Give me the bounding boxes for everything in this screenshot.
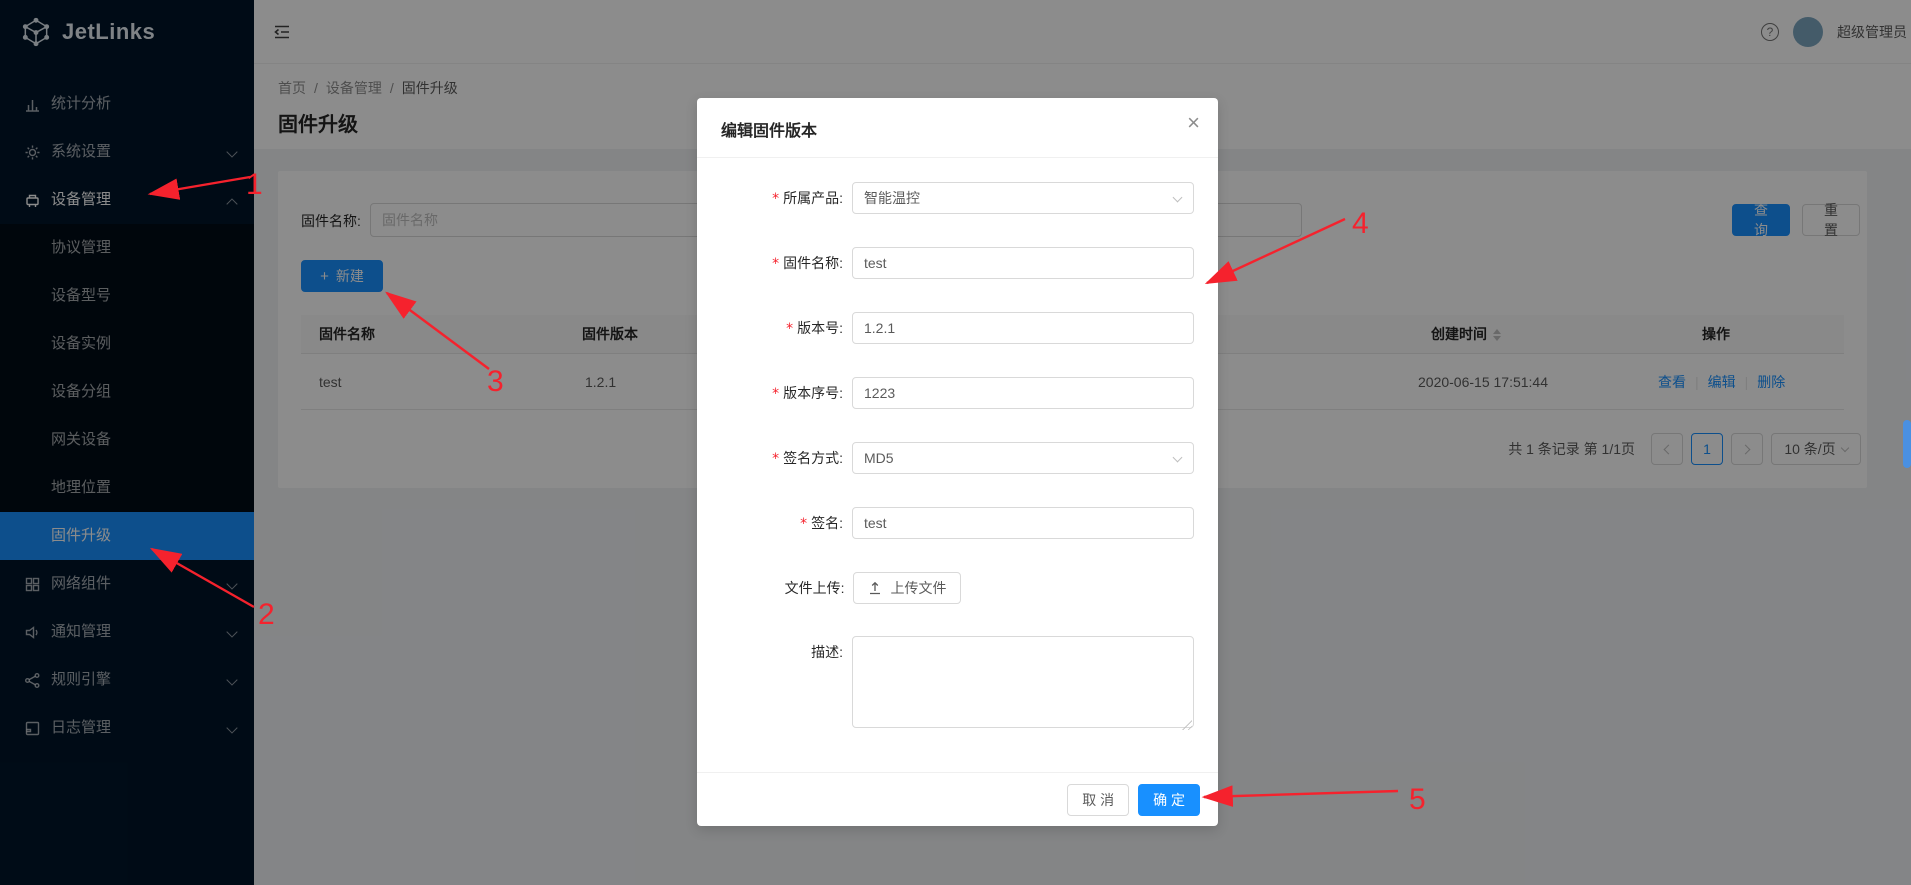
description-field: [852, 636, 1194, 733]
field-label: *签名方式:: [721, 442, 852, 475]
field-label: *签名:: [721, 507, 852, 540]
screen: JetLinks 统计分析 系统设置 设备管理 协议管理: [0, 0, 1911, 885]
product-select[interactable]: [852, 182, 1194, 215]
modal-title: 编辑固件版本: [721, 123, 817, 140]
form-row-description: 描述:: [721, 636, 1194, 733]
sign-method-value[interactable]: [852, 442, 1194, 474]
form-row-sign-method: *签名方式:: [721, 442, 1194, 475]
upload-button[interactable]: 上传文件: [853, 572, 961, 604]
required-asterisk: *: [772, 191, 779, 207]
required-asterisk: *: [772, 386, 779, 402]
ok-button[interactable]: 确 定: [1138, 784, 1200, 816]
close-icon[interactable]: ×: [1187, 112, 1200, 134]
form-row-version: *版本号:: [721, 312, 1194, 345]
field-label-text: 版本序号:: [783, 385, 843, 401]
cancel-button[interactable]: 取 消: [1067, 784, 1129, 816]
field-label-text: 固件名称:: [783, 255, 843, 271]
version-input[interactable]: [852, 312, 1194, 344]
firmware-name-input[interactable]: [852, 247, 1194, 279]
form-row-firmware-name: *固件名称:: [721, 247, 1194, 280]
required-asterisk: *: [800, 516, 807, 532]
field-label: 描述:: [721, 636, 852, 733]
modal-footer: 取 消 确 定: [697, 772, 1218, 826]
field-label-text: 签名:: [811, 515, 843, 531]
field-label: *所属产品:: [721, 182, 852, 215]
form-row-product: *所属产品:: [721, 182, 1194, 215]
field-label: *固件名称:: [721, 247, 852, 280]
signature-input[interactable]: [852, 507, 1194, 539]
field-label-text: 签名方式:: [783, 450, 843, 466]
field-label: *版本序号:: [721, 377, 852, 410]
upload-field: 上传文件: [853, 572, 1194, 604]
form-row-upload: 文件上传: 上传文件: [721, 572, 1194, 604]
required-asterisk: *: [786, 321, 793, 337]
form-row-version-order: *版本序号:: [721, 377, 1194, 410]
edit-firmware-modal: 编辑固件版本 × *所属产品: *固件名称: *版本号: *版本序号: *签名方: [697, 98, 1218, 826]
upload-icon: [868, 581, 882, 595]
version-order-field: [852, 377, 1194, 410]
field-label-text: 版本号:: [797, 320, 843, 336]
field-label-text: 所属产品:: [783, 190, 843, 206]
field-label: *版本号:: [721, 312, 852, 345]
version-field: [852, 312, 1194, 345]
modal-body: *所属产品: *固件名称: *版本号: *版本序号: *签名方式: *签名:: [697, 158, 1218, 733]
scrollbar-thumb[interactable]: [1903, 420, 1911, 468]
signature-field: [852, 507, 1194, 540]
sign-method-select[interactable]: [852, 442, 1194, 475]
product-select-value[interactable]: [852, 182, 1194, 214]
version-order-input[interactable]: [852, 377, 1194, 409]
modal-header: 编辑固件版本 ×: [697, 98, 1218, 158]
required-asterisk: *: [772, 256, 779, 272]
upload-button-label: 上传文件: [890, 578, 946, 598]
description-textarea[interactable]: [852, 636, 1194, 728]
field-label: 文件上传:: [721, 572, 853, 604]
firmware-name-field: [852, 247, 1194, 280]
required-asterisk: *: [772, 451, 779, 467]
form-row-signature: *签名:: [721, 507, 1194, 540]
